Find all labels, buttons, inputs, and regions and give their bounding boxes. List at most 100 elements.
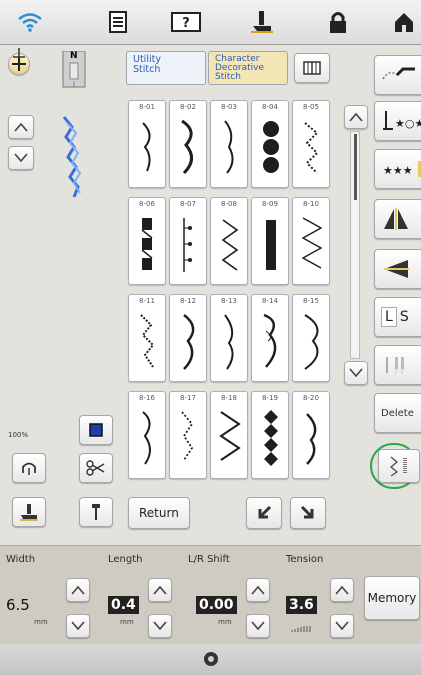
stitch-cell-8-20[interactable]: 8-20 [292,391,330,479]
stitch-number: 8-13 [221,297,237,305]
shift-value: 0.00 [196,596,237,614]
presser-foot-lift-button[interactable] [12,497,46,527]
spool-button[interactable] [79,415,113,445]
mirror-vertical-button[interactable] [374,249,421,289]
shift-label: L/R Shift [188,554,230,565]
book-view-button[interactable] [294,53,330,83]
presser-foot-icon[interactable] [242,7,282,37]
shift-unit: mm [218,618,232,626]
stitch-cell-8-05[interactable]: 8-05 [292,100,330,188]
memory-button[interactable]: Memory [364,576,420,620]
tension-increase-button[interactable] [330,578,354,602]
stitch-cell-8-08[interactable]: 8-08 [210,197,248,285]
tab-utility-label: Utility Stitch [133,54,161,75]
top-toolbar: ? [0,0,421,45]
lock-icon[interactable] [318,7,358,37]
stitch-cell-8-17[interactable]: 8-17 [169,391,207,479]
stitch-cell-8-18[interactable]: 8-18 [210,391,248,479]
document-icon[interactable] [98,7,138,37]
elongation-button[interactable] [378,449,420,483]
stitch-cell-8-14[interactable]: 8-14 [251,294,289,382]
width-increase-button[interactable] [66,578,90,602]
tab-character-decorative[interactable]: Character Decorative Stitch [208,51,288,85]
stitch-cell-8-03[interactable]: 8-03 [210,100,248,188]
length-decrease-button[interactable] [148,614,172,638]
thread-path-button[interactable] [374,55,421,95]
move-left-down-button[interactable] [246,497,282,529]
needle-down-button[interactable] [79,497,113,527]
mirror-start-button[interactable]: ★○★ [374,101,421,141]
home-icon[interactable] [384,7,421,37]
stitch-cell-8-06[interactable]: 8-06 [128,197,166,285]
tension-value: 3.6 [286,596,317,614]
stitch-number: 8-14 [262,297,278,305]
tension-gauge-icon [290,618,314,637]
scissors-button[interactable] [79,453,113,483]
stitch-cell-8-15[interactable]: 8-15 [292,294,330,382]
stitch-glyph-icon [306,413,317,465]
stitch-number: 8-15 [303,297,319,305]
stitch-glyph-icon [183,218,192,272]
stitch-cell-8-10[interactable]: 8-10 [292,197,330,285]
wifi-icon[interactable] [10,7,50,37]
foot-badge: N [70,51,78,61]
svg-text:?: ? [182,16,190,31]
stitch-preview [58,113,88,203]
scroll-thumb[interactable] [354,134,357,200]
stitch-number: 8-19 [262,394,278,402]
twin-needle-button[interactable] [374,345,421,385]
stitch-glyph-icon [301,217,323,269]
stitch-glyph-icon [181,411,194,461]
stitch-cell-8-13[interactable]: 8-13 [210,294,248,382]
settings-gear-icon[interactable] [202,650,220,672]
stitch-glyph-icon [264,410,278,466]
tension-decrease-button[interactable] [330,614,354,638]
move-right-down-button[interactable] [290,497,326,529]
stitch-glyph-icon [224,314,234,370]
stitch-glyph-icon [219,411,241,461]
stitch-cell-8-02[interactable]: 8-02 [169,100,207,188]
stitch-cell-8-16[interactable]: 8-16 [128,391,166,479]
thread-cutter-button[interactable] [12,453,46,483]
stitch-cell-8-04[interactable]: 8-04 [251,100,289,188]
stitch-glyph-icon [142,411,151,465]
zoom-label: 100% [8,431,29,439]
scroll-up-button[interactable] [344,105,368,129]
stitch-glyph-icon [263,313,277,368]
length-increase-button[interactable] [148,578,172,602]
width-value: 6.5 [6,596,30,614]
width-decrease-button[interactable] [66,614,90,638]
pattern-repeat-button[interactable]: ★★★ [374,149,421,189]
help-icon[interactable]: ? [166,7,206,37]
width-up-button[interactable] [8,115,34,139]
mirror-horizontal-button[interactable] [374,199,421,239]
stitch-number: 8-09 [262,200,278,208]
width-down-button[interactable] [8,146,34,170]
size-small-label: S [399,309,409,325]
memory-label: Memory [367,591,417,605]
stitch-cell-8-19[interactable]: 8-19 [251,391,289,479]
stitch-number: 8-04 [262,103,278,111]
width-label: Width [6,554,36,565]
tab-utility-stitch[interactable]: Utility Stitch [126,51,206,85]
stitch-size-button[interactable]: L S [374,297,421,337]
stitch-number: 8-06 [139,200,155,208]
delete-button[interactable]: Delete [374,393,421,433]
stitch-cell-8-01[interactable]: 8-01 [128,100,166,188]
scroll-track[interactable] [350,131,360,359]
tab-decorative-label: Character Decorative Stitch [215,54,265,82]
return-button[interactable]: Return [128,497,190,529]
stitch-cell-8-09[interactable]: 8-09 [251,197,289,285]
stitch-number: 8-07 [180,200,196,208]
shift-left-button[interactable] [246,614,270,638]
tension-label: Tension [286,554,324,565]
stitch-cell-8-07[interactable]: 8-07 [169,197,207,285]
stitch-cell-8-12[interactable]: 8-12 [169,294,207,382]
stitch-number: 8-11 [139,297,155,305]
scroll-down-button[interactable] [344,361,368,385]
shift-right-button[interactable] [246,578,270,602]
stitch-cell-8-11[interactable]: 8-11 [128,294,166,382]
stitch-number: 8-02 [180,103,196,111]
svg-text:★★★: ★★★ [383,164,413,177]
size-large-label: L [381,307,397,327]
